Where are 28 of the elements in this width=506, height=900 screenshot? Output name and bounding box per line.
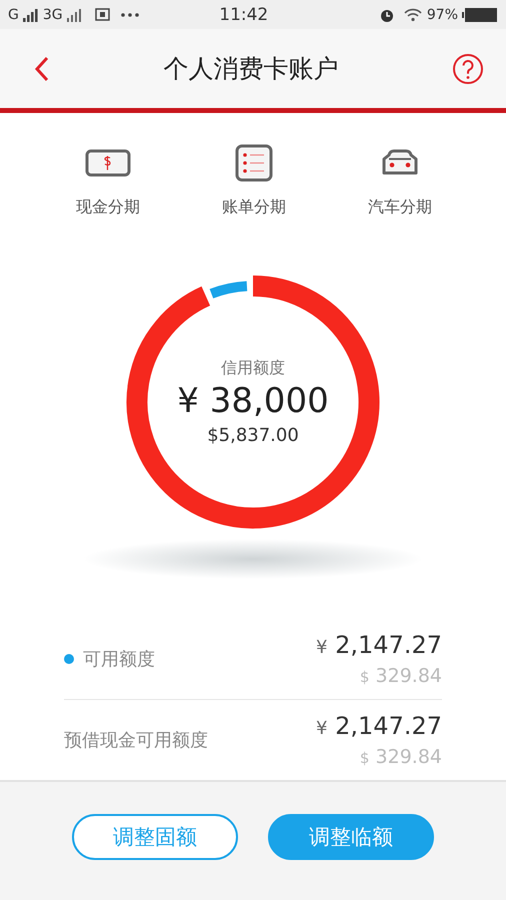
row-label: 预借现金可用额度	[64, 728, 209, 752]
battery-icon	[462, 6, 498, 23]
network-label: 3G	[42, 6, 63, 23]
cny-amount: ¥ 2,147.27	[316, 712, 442, 740]
signal-icon	[22, 8, 39, 22]
signal-icon	[66, 8, 83, 22]
shortcut-button[interactable]: 账单分期	[194, 142, 314, 218]
screenshot-icon	[94, 6, 111, 23]
battery-percent: 97%	[426, 6, 458, 23]
row-label: 可用额度	[83, 648, 156, 671]
help-icon[interactable]	[452, 52, 484, 85]
back-icon[interactable]	[34, 56, 50, 82]
usd-amount: $ 329.84	[360, 746, 442, 768]
wifi-icon	[402, 8, 423, 22]
car-icon	[380, 148, 420, 177]
credit-amount: ¥ 38,000	[177, 380, 329, 421]
list-icon	[235, 144, 273, 182]
shortcut-button[interactable]: 现金分期	[48, 142, 168, 218]
cash-icon	[85, 148, 131, 177]
usd-amount: $ 329.84	[360, 664, 442, 687]
page-title: 个人消费卡账户	[162, 53, 340, 86]
credit-usd-amount: $5,837.00	[207, 424, 299, 446]
credit-label: 信用额度	[221, 358, 285, 379]
cny-amount: ¥ 2,147.27	[316, 630, 442, 659]
clock-text: 11:42	[219, 4, 268, 25]
more-icon	[120, 12, 139, 17]
network-label: G	[8, 6, 19, 23]
shortcut-button[interactable]: 汽车分期	[340, 142, 460, 218]
